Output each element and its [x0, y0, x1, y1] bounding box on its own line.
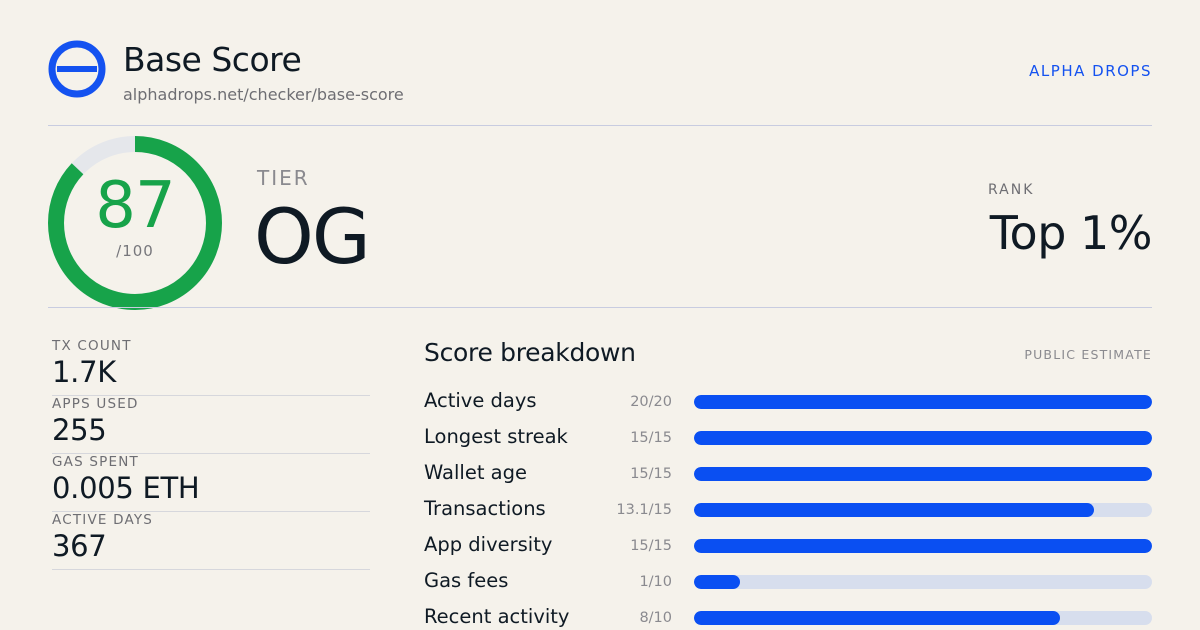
breakdown-track — [694, 611, 1152, 625]
breakdown-label: Gas fees — [424, 569, 509, 592]
brand-link[interactable]: ALPHA DROPS — [1029, 62, 1152, 80]
breakdown-row-longest-streak: Longest streak 15/15 — [424, 425, 1152, 451]
score-max: /100 — [116, 242, 154, 260]
tier-label: TIER — [257, 166, 310, 190]
breakdown-row-transactions: Transactions 13.1/15 — [424, 497, 1152, 523]
breakdown-row-gas-fees: Gas fees 1/10 — [424, 569, 1152, 595]
breakdown-bar — [694, 575, 740, 589]
header: Base Score alphadrops.net/checker/base-s… — [48, 40, 1152, 104]
breakdown-track — [694, 467, 1152, 481]
breakdown-track — [694, 503, 1152, 517]
breakdown-score: 8/10 — [639, 610, 672, 626]
breakdown-score: 15/15 — [630, 538, 672, 554]
stat-label: GAS SPENT — [52, 454, 139, 470]
breakdown-score: 15/15 — [630, 466, 672, 482]
stat-label: APPS USED — [52, 396, 139, 412]
breakdown-score: 13.1/15 — [616, 502, 672, 518]
breakdown-bar — [694, 431, 1152, 445]
breakdown-bar — [694, 611, 1061, 625]
breakdown-label: Wallet age — [424, 461, 527, 484]
breakdown-score: 1/10 — [639, 574, 672, 590]
breakdown-bar — [694, 395, 1152, 409]
page-url: alphadrops.net/checker/base-score — [123, 85, 404, 104]
stat-value: 0.005 ETH — [52, 471, 200, 505]
breakdown-label: Active days — [424, 389, 537, 412]
stat-tx-count: TX COUNT 1.7K — [52, 338, 370, 396]
stat-value: 1.7K — [52, 355, 116, 389]
stat-value: 255 — [52, 413, 107, 447]
rank-value: Top 1% — [989, 206, 1153, 260]
breakdown-bar — [694, 467, 1152, 481]
base-logo-icon — [48, 40, 106, 98]
stat-apps-used: APPS USED 255 — [52, 396, 370, 454]
breakdown-score: 15/15 — [630, 430, 672, 446]
breakdown-score: 20/20 — [630, 394, 672, 410]
breakdown-track — [694, 431, 1152, 445]
breakdown-label: Recent activity — [424, 605, 570, 628]
breakdown-track — [694, 539, 1152, 553]
rank-label-text: RANK — [988, 182, 1035, 198]
breakdown-row-wallet-age: Wallet age 15/15 — [424, 461, 1152, 487]
breakdown-label: App diversity — [424, 533, 553, 556]
breakdown-row-recent-activity: Recent activity 8/10 — [424, 605, 1152, 630]
rank-label: RANK — [952, 182, 1152, 198]
breakdown-track — [694, 575, 1152, 589]
breakdown-track — [694, 395, 1152, 409]
breakdown-row-active-days: Active days 20/20 — [424, 389, 1152, 415]
stat-active-days: ACTIVE DAYS 367 — [52, 512, 370, 570]
top-divider — [48, 125, 1152, 126]
breakdown-label: Transactions — [424, 497, 546, 520]
page-title: Base Score — [123, 40, 302, 79]
stat-label: ACTIVE DAYS — [52, 512, 154, 528]
breakdown-bar — [694, 503, 1094, 517]
score-value: 87 — [95, 169, 175, 243]
breakdown-bar — [694, 539, 1152, 553]
breakdown-row-app-diversity: App diversity 15/15 — [424, 533, 1152, 559]
tier-value: OG — [254, 192, 371, 281]
stat-value: 367 — [52, 529, 107, 563]
stat-gas-spent: GAS SPENT 0.005 ETH — [52, 454, 370, 512]
breakdown-label: Longest streak — [424, 425, 568, 448]
mid-divider — [48, 307, 1152, 308]
breakdown-note: PUBLIC ESTIMATE — [1024, 347, 1152, 362]
breakdown-title: Score breakdown — [424, 338, 636, 367]
stat-label: TX COUNT — [52, 338, 132, 354]
